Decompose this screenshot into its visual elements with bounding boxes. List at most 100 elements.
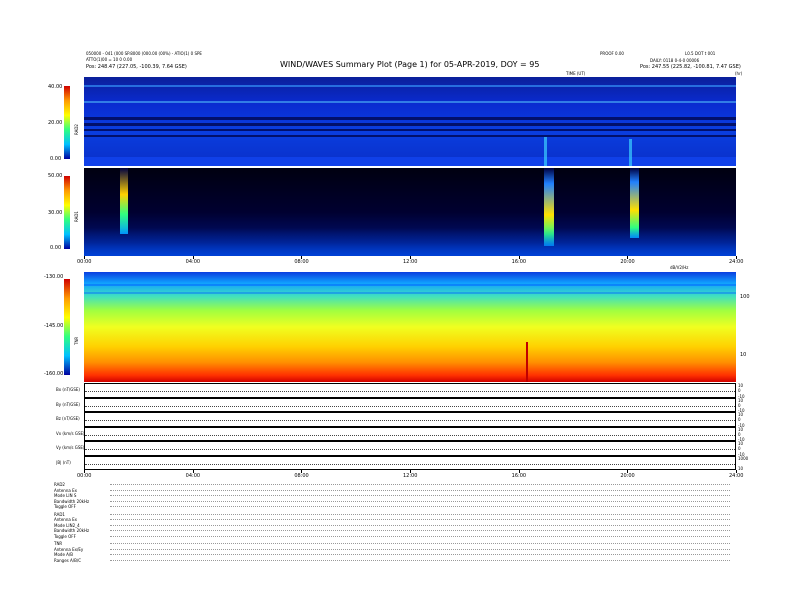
footer-line-rad1: Mode LIN2_4 — [54, 522, 80, 528]
line-panel-label: |B| (nT) — [56, 459, 71, 465]
rad2-tick-mid: 20.00 — [48, 120, 63, 126]
header-right-top1: PROOF 0.00 — [600, 51, 624, 56]
x-top-tick-label: 24:00 — [729, 259, 744, 265]
tnr-spectrogram — [84, 272, 736, 382]
x-top-tick-label: 04:00 — [185, 259, 201, 265]
footer-dots — [110, 543, 730, 544]
rad1-colorbar — [64, 176, 70, 249]
line-panel-right-tick: 10 — [738, 426, 744, 432]
footer-dots — [110, 506, 730, 507]
line-panel-trace — [85, 405, 735, 407]
header-right-pos: Pos: 247.55 (225.82, -100.81, 7.47 GSE) — [640, 64, 741, 70]
footer-line-rad2: Antenna Ex — [54, 487, 77, 493]
rad2-tick-bottom: 0.00 — [50, 156, 62, 162]
x-top-tick-label: 12:00 — [403, 259, 418, 265]
x-top-tick-label: 16:00 — [511, 259, 527, 265]
rad2-spectrogram — [84, 77, 736, 166]
line-panel-right-tick: 0 — [738, 446, 741, 452]
footer-dots — [110, 530, 730, 531]
header-right-top2: L0.5 DOT t 001 — [685, 51, 716, 56]
line-panel-right-tick: 0 — [738, 431, 741, 437]
footer-line-tnr: Mode A/B — [54, 552, 73, 557]
line-panel-right-tick: 0 — [738, 402, 741, 408]
x-top-tick-label: 20:00 — [620, 259, 635, 265]
time-label: TIME (UT) — [566, 71, 586, 76]
line-panel-label: Bx (nT/GSE) — [56, 387, 80, 392]
line-panel-right-tick: 0 — [738, 417, 741, 423]
tnr-tick-top: -130.00 — [44, 274, 64, 280]
x-bottom-tick-label: 00:00 — [77, 473, 92, 479]
line-panel-trace — [85, 463, 735, 465]
tnr-units-label: dB/V2/Hz — [670, 265, 689, 270]
x-bottom-tick-label: 16:00 — [511, 473, 527, 479]
rad2-colorbar — [64, 86, 70, 159]
footer-dots — [110, 495, 730, 496]
line-panel-3 — [84, 426, 736, 441]
footer-dots — [110, 489, 730, 491]
tnr-tick-mid: -145.00 — [44, 323, 64, 329]
line-panel-label: Vx (km/s GSE) — [56, 430, 85, 436]
line-panel-right-tick: 10 — [738, 397, 744, 403]
line-panel-label: Bz (nT/GSE) — [56, 416, 80, 421]
line-panel-2 — [84, 412, 736, 427]
x-bottom-tick-label: 24:00 — [729, 473, 744, 479]
footer-dots — [110, 500, 730, 502]
hrs-label: (hr) — [735, 71, 743, 76]
line-panel-trace — [85, 391, 735, 393]
footer-line-rad1: Antenna Ex — [54, 517, 77, 522]
line-panel-4 — [84, 441, 736, 456]
line-panel-right-tick: 0 — [738, 388, 741, 394]
line-panel-right-tick: 10 — [738, 441, 744, 446]
tnr-right-tick-100: 100 — [740, 294, 750, 300]
footer-dots — [110, 548, 730, 550]
footer-line-rad2: RAD2 — [54, 482, 65, 487]
line-panel-1 — [84, 397, 736, 412]
header-left-line1: 050000 - 041 (000 SP.8000 (000.00 (00%) … — [86, 51, 202, 56]
tnr-colorbar — [64, 279, 70, 375]
rad1-label: RAD1 — [74, 211, 79, 222]
x-bottom-tick-label: 04:00 — [185, 473, 201, 479]
line-panel-label: Vy (km/s GSE) — [56, 445, 85, 450]
footer-dots — [110, 524, 730, 526]
line-panel-right-tick: 10 — [738, 466, 744, 471]
footer-dots — [110, 554, 730, 555]
header-left-pos: Pos: 248.47 (227.05, -100.39, 7.64 GSE) — [86, 64, 187, 70]
tnr-right-tick-10: 10 — [740, 352, 747, 358]
footer-dots — [110, 535, 730, 537]
footer-line-tnr: TNR — [54, 541, 63, 546]
x-top-tick-label: 08:00 — [294, 259, 309, 265]
footer-line-tnr: Antenna Ex/Ey — [54, 546, 84, 552]
x-top-tick-label: 00:00 — [77, 259, 92, 265]
rad1-spectrogram — [84, 168, 736, 256]
x-bottom-tick-label: 08:00 — [294, 473, 309, 479]
rad2-label: RAD2 — [74, 124, 79, 135]
footer-line-rad1: RAD1 — [54, 511, 65, 517]
footer-line-tnr: Ranges A/B/C — [54, 557, 82, 563]
header-right-mid: DAILY: 0118 0-4-0 00006 — [650, 58, 700, 63]
line-panel-right-tick: 10 — [738, 412, 744, 417]
line-panel-trace — [85, 449, 735, 451]
tnr-tick-bottom: -160.00 — [44, 371, 64, 377]
footer-dots — [110, 519, 730, 520]
chart-title: WIND/WAVES Summary Plot (Page 1) for 05-… — [280, 60, 540, 69]
footer-dots — [110, 513, 730, 515]
footer-line-rad1: Toggle OFF — [54, 533, 76, 539]
line-panel-right-tick: 10 — [738, 383, 744, 388]
footer-line-rad2: Bandwidth 20kHz — [54, 498, 90, 504]
footer-line-rad1: Bandwidth 20kHz — [54, 528, 90, 533]
footer-line-rad2: Toggle OFF — [54, 504, 76, 509]
footer-dots — [110, 484, 730, 485]
tnr-label: TNR — [74, 336, 79, 345]
rad1-tick-top: 50.00 — [48, 173, 63, 179]
line-panel-trace — [85, 434, 735, 436]
rad1-tick-bottom: 0.00 — [50, 245, 62, 251]
x-bottom-tick-label: 12:00 — [403, 473, 418, 479]
rad1-tick-mid: 30.00 — [48, 210, 63, 216]
line-panel-label: By (nT/GSE) — [56, 401, 80, 407]
footer-line-rad2: Mode LIN S — [54, 493, 77, 498]
line-panel-5 — [84, 455, 736, 470]
line-panel-right-tick: 1000 — [738, 455, 749, 461]
line-panel-0 — [84, 383, 736, 398]
footer-dots — [110, 559, 730, 561]
rad2-tick-top: 40.00 — [48, 84, 63, 90]
